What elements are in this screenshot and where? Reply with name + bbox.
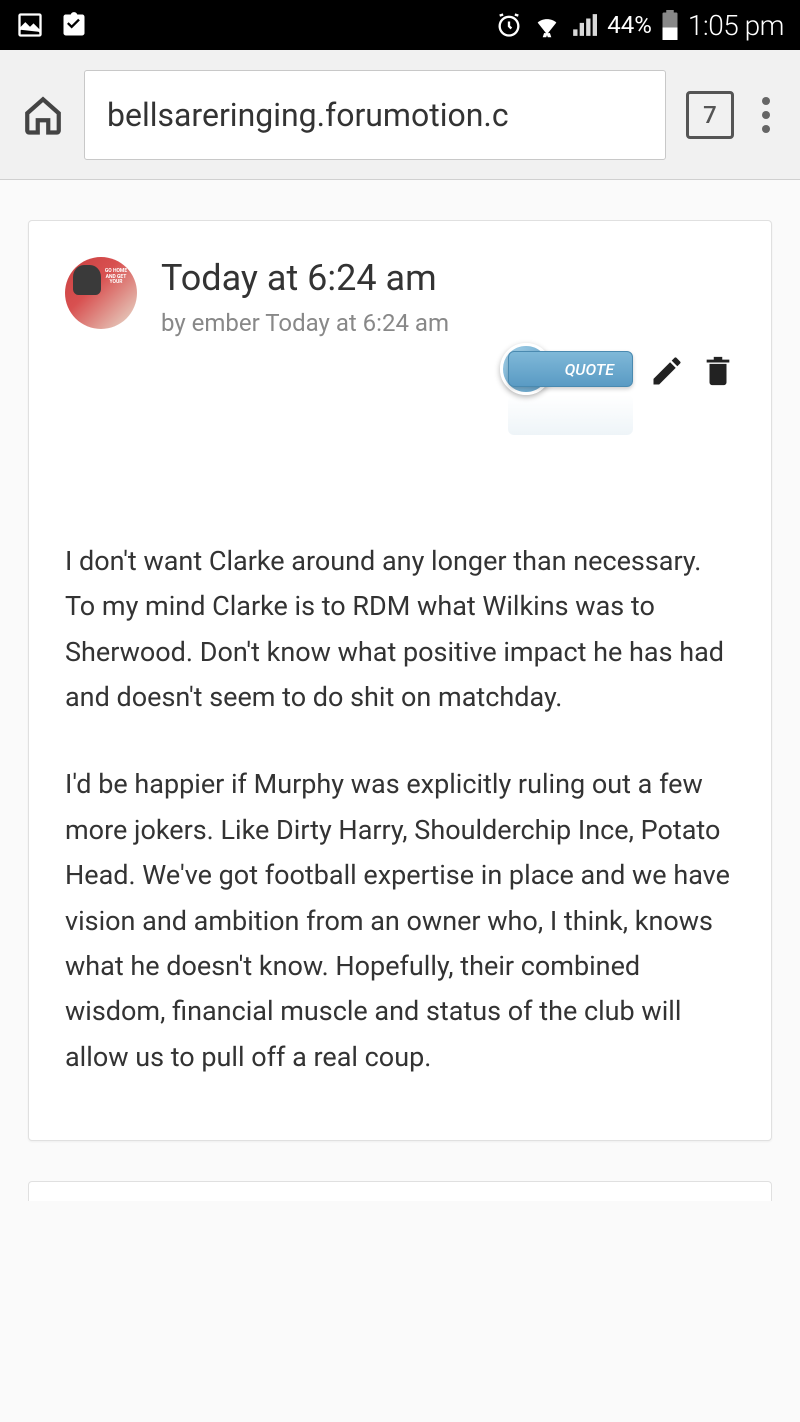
delete-icon[interactable]	[701, 353, 735, 389]
post-paragraph: I'd be happier if Murphy was explicitly …	[65, 762, 735, 1080]
home-icon[interactable]	[22, 94, 64, 136]
page-content: Today at 6:24 am by ember Today at 6:24 …	[0, 180, 800, 1201]
post-header: Today at 6:24 am by ember Today at 6:24 …	[65, 257, 735, 337]
battery-icon	[662, 10, 678, 40]
android-status-bar: 44% 1:05 pm	[0, 0, 800, 50]
overflow-menu-icon[interactable]	[754, 89, 778, 141]
post-heading-block: Today at 6:24 am by ember Today at 6:24 …	[161, 257, 449, 337]
signal-icon	[571, 12, 597, 38]
browser-chrome: bellsareringing.forumotion.c 7	[0, 50, 800, 180]
tab-counter[interactable]: 7	[686, 91, 734, 139]
post-body: I don't want Clarke around any longer th…	[65, 539, 735, 1080]
post-actions: QUOTE	[65, 351, 735, 389]
post-paragraph: I don't want Clarke around any longer th…	[65, 539, 735, 720]
wifi-icon	[533, 11, 561, 39]
avatar[interactable]	[65, 257, 137, 329]
post-meta: by ember Today at 6:24 am	[161, 309, 449, 337]
download-complete-icon	[60, 11, 88, 39]
gallery-icon	[16, 11, 44, 39]
url-text: bellsareringing.forumotion.c	[107, 96, 509, 134]
status-time: 1:05 pm	[688, 9, 784, 42]
status-right-icons: 44% 1:05 pm	[495, 9, 784, 42]
status-left-icons	[16, 11, 88, 39]
quote-button-label: QUOTE	[565, 360, 614, 379]
quote-button[interactable]: QUOTE	[508, 351, 633, 387]
next-post-preview	[28, 1181, 772, 1201]
url-bar[interactable]: bellsareringing.forumotion.c	[84, 70, 666, 160]
battery-percentage: 44%	[607, 11, 652, 39]
tab-count-value: 7	[703, 101, 717, 129]
edit-icon[interactable]	[649, 353, 685, 389]
post-title: Today at 6:24 am	[161, 257, 449, 299]
forum-post-card: Today at 6:24 am by ember Today at 6:24 …	[28, 220, 772, 1141]
alarm-icon	[495, 11, 523, 39]
